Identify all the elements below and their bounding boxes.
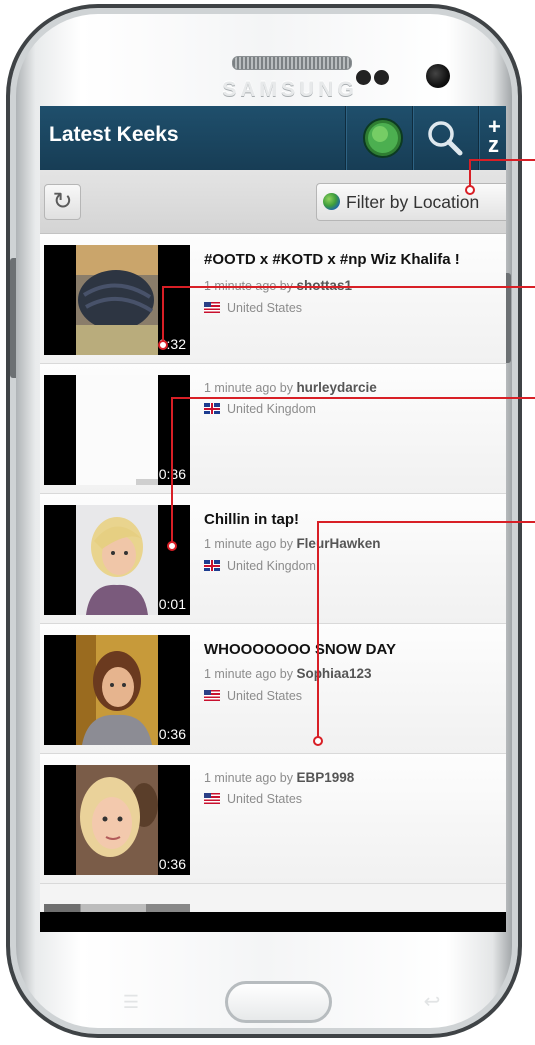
front-camera <box>426 64 450 88</box>
thumbnail-image <box>76 505 158 615</box>
uk-flag-icon <box>204 560 220 571</box>
earpiece-speaker <box>232 56 352 70</box>
keek-meta: 1 minute ago by FleurHawken <box>204 536 381 551</box>
username-link[interactable]: hurleydarcie <box>296 380 376 395</box>
username-link[interactable]: FleurHawken <box>296 536 380 551</box>
username-link[interactable]: EBP1998 <box>296 770 354 785</box>
username-link[interactable]: Sophiaa123 <box>296 666 371 681</box>
username-link[interactable]: shottas1 <box>296 278 352 293</box>
action-separator <box>478 106 479 170</box>
keek-title: Chillin in tap! <box>204 511 299 528</box>
video-duration: 0:36 <box>158 466 186 482</box>
action-separator <box>345 106 346 170</box>
keek-title: WHOOOOOOO SNOW DAY <box>204 641 396 658</box>
light-sensor <box>374 70 389 85</box>
video-duration: 0:36 <box>158 856 186 872</box>
keek-country: United States <box>204 792 302 806</box>
keek-meta: 1 minute ago by EBP1998 <box>204 770 355 785</box>
video-thumbnail[interactable]: 0:36 <box>44 375 190 485</box>
us-flag-icon <box>204 793 220 804</box>
action-bar: Latest Keeks + z <box>40 106 506 170</box>
us-flag-icon <box>204 302 220 313</box>
refresh-button[interactable]: ↻ <box>44 184 81 220</box>
video-thumbnail[interactable]: 0:36 <box>44 765 190 875</box>
list-item[interactable]: 0:36 WHOOOOOOO SNOW DAY 1 minute ago by … <box>40 624 506 754</box>
thumbnail-image <box>76 245 158 355</box>
next-list-item-peek <box>44 904 190 912</box>
thumbnail-image <box>76 765 158 875</box>
search-icon[interactable] <box>423 116 467 160</box>
video-thumbnail[interactable]: 0:01 <box>44 505 190 615</box>
app-screen: Latest Keeks + z ↻ Filter by Location 0:… <box>40 106 506 932</box>
volume-key[interactable] <box>10 258 16 378</box>
keek-meta: 1 minute ago by Sophiaa123 <box>204 666 372 681</box>
keek-country: United States <box>204 301 302 315</box>
more-icon[interactable]: + z <box>488 116 506 158</box>
keek-meta: 1 minute ago by hurleydarcie <box>204 380 377 395</box>
video-thumbnail[interactable]: 0:36 <box>44 635 190 745</box>
video-duration: 0:36 <box>158 726 186 742</box>
keek-title: #OOTD x #KOTD x #np Wiz Khalifa ! <box>204 251 460 268</box>
page-title: Latest Keeks <box>49 123 179 146</box>
uk-flag-icon <box>204 403 220 414</box>
filter-by-location-button[interactable]: Filter by Location <box>316 183 506 221</box>
screen-bottom-bar <box>40 912 506 932</box>
brand-logo: SAMSUNG <box>222 78 358 101</box>
proximity-sensor <box>356 70 371 85</box>
power-key[interactable] <box>506 273 511 363</box>
globe-icon <box>323 193 340 210</box>
us-flag-icon <box>204 690 220 701</box>
keek-meta: 1 minute ago by shottas1 <box>204 278 352 293</box>
video-thumbnail[interactable]: 0:32 <box>44 245 190 355</box>
thumbnail-image <box>76 635 158 745</box>
thumbnail-image <box>76 375 158 485</box>
video-duration: 0:32 <box>158 336 186 352</box>
keek-country: United Kingdom <box>204 559 316 573</box>
action-separator <box>412 106 413 170</box>
list-item[interactable]: 0:36 1 minute ago by hurleydarcie United… <box>40 364 506 494</box>
menu-key-icon[interactable]: ☰ <box>114 992 148 1012</box>
toolbar: ↻ Filter by Location <box>40 170 506 234</box>
list-item[interactable]: 0:32 #OOTD x #KOTD x #np Wiz Khalifa ! 1… <box>40 234 506 364</box>
refresh-icon: ↻ <box>52 188 73 215</box>
filter-label: Filter by Location <box>346 192 480 212</box>
keek-country: United States <box>204 689 302 703</box>
list-item[interactable]: 0:36 1 minute ago by EBP1998 United Stat… <box>40 754 506 884</box>
video-duration: 0:01 <box>158 596 186 612</box>
back-key-icon[interactable]: ↩ <box>415 989 449 1013</box>
keek-country: United Kingdom <box>204 402 316 416</box>
globe-icon[interactable] <box>362 117 404 159</box>
list-item[interactable]: 0:01 Chillin in tap! 1 minute ago by Fle… <box>40 494 506 624</box>
home-button[interactable] <box>225 981 332 1023</box>
